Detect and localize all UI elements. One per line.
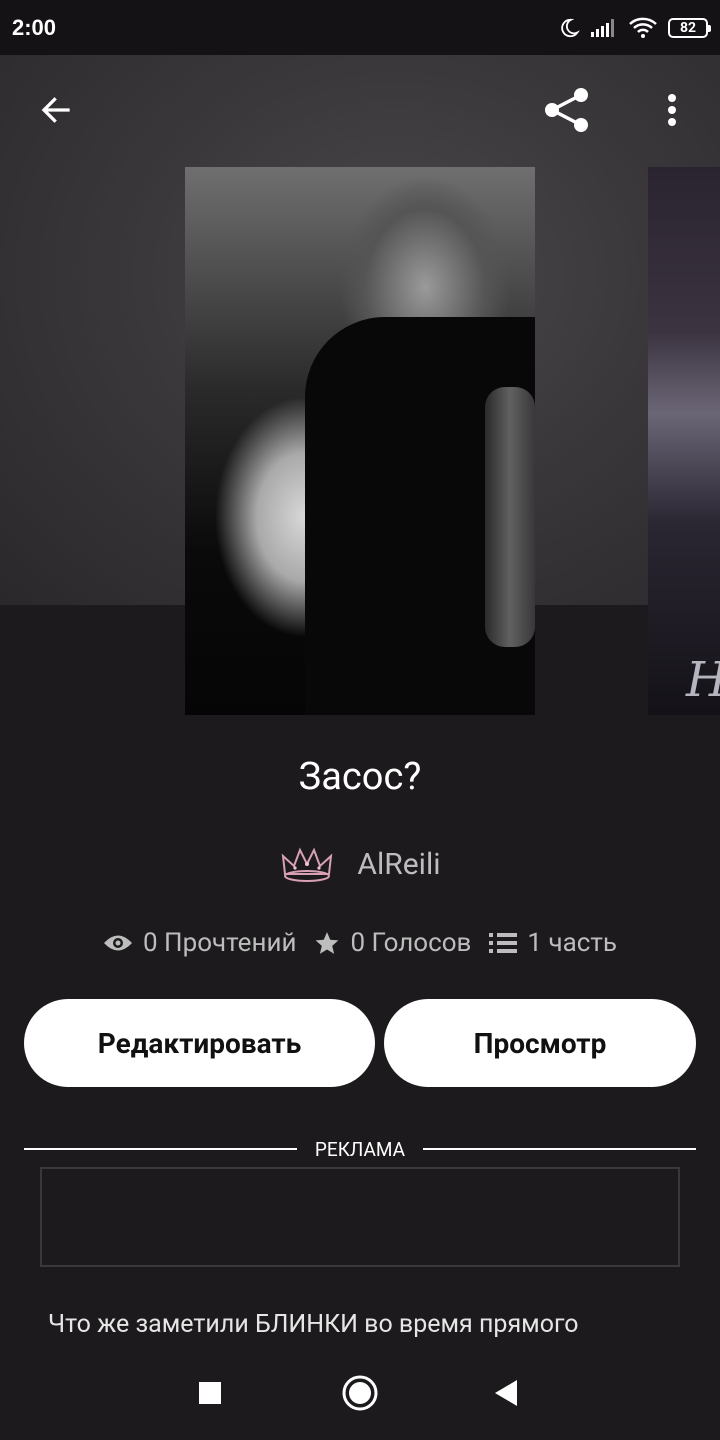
parts-stat: 1 часть [489,928,617,958]
list-icon [489,933,518,953]
recents-square-icon [199,1382,221,1404]
story-stats: 0 Прочтений 0 Голосов 1 часть [0,928,720,958]
signal-icon [591,18,614,37]
next-story-cover[interactable]: H [648,167,720,715]
back-arrow-icon [41,97,70,123]
battery-icon: 82 [668,17,711,38]
preview-button[interactable]: Просмотр [384,999,696,1087]
story-description: Что же заметили БЛИНКИ во время прямого [48,1310,579,1339]
ad-divider: РЕКЛАМА [24,1136,696,1162]
edit-button[interactable]: Редактировать [24,999,375,1087]
battery-level: 82 [679,19,697,36]
crown-icon [282,847,333,882]
share-icon [545,88,588,132]
reads-count: 0 Прочтений [143,928,297,958]
home-button[interactable] [330,1370,390,1416]
back-button[interactable] [24,78,88,142]
parts-count: 1 часть [527,928,617,958]
recents-button[interactable] [180,1370,240,1416]
next-cover-glyph: H [686,652,720,708]
ad-banner[interactable] [40,1167,680,1267]
moon-icon [561,18,580,37]
eye-icon [104,935,132,951]
story-title: Засос? [298,755,422,799]
cover-hair [485,387,535,647]
back-triangle-icon [495,1380,517,1406]
reads-stat: 0 Прочтений [103,928,296,958]
votes-count: 0 Голосов [350,928,472,958]
status-bar: 2:00 82 [0,0,720,55]
more-vert-icon [668,94,676,126]
home-circle-icon [342,1375,378,1411]
author-name[interactable]: AlReili [357,847,440,882]
divider-line-right [423,1148,696,1150]
story-cover-image[interactable] [185,167,535,715]
more-button[interactable] [640,78,704,142]
votes-stat: 0 Голосов [314,928,471,958]
author-row[interactable]: AlReili [0,840,720,888]
status-icons: 82 [558,17,711,39]
status-time: 2:00 [12,14,57,40]
avatar[interactable] [279,840,335,888]
wifi-icon [629,17,657,38]
star-icon [316,932,339,954]
nav-back-button[interactable] [476,1370,536,1416]
share-button[interactable] [535,78,599,142]
toolbar [0,55,720,165]
